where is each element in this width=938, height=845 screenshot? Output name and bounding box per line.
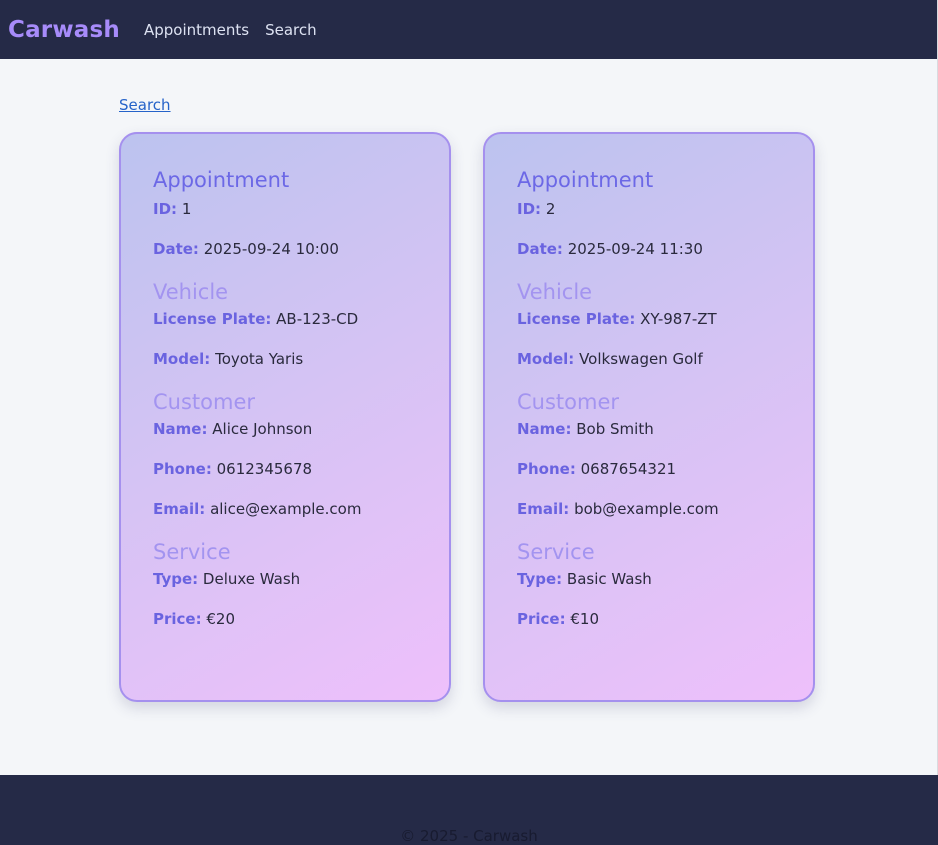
customer-email: Email: bob@example.com [517, 499, 813, 519]
nav-link-appointments[interactable]: Appointments [144, 21, 249, 39]
field-value: Volkswagen Golf [579, 350, 703, 368]
vehicle-model: Model: Volkswagen Golf [517, 349, 813, 369]
customer-heading: Customer [153, 390, 256, 414]
field-value: 2025-09-24 10:00 [203, 240, 339, 258]
field-value: Deluxe Wash [202, 570, 301, 588]
field-label: Date: [517, 240, 563, 258]
appointment-date: Date: 2025-09-24 10:00 [153, 239, 449, 259]
field-label: Model: [517, 350, 575, 368]
field-value: €10 [570, 610, 600, 628]
service-price: Price: €10 [517, 609, 813, 629]
appointment-heading: Appointment [153, 168, 290, 192]
appointment-card: Appointment ID: 1 Date: 2025-09-24 10:00… [119, 132, 451, 702]
field-label: Date: [153, 240, 199, 258]
field-label: Email: [517, 500, 570, 518]
customer-name: Name: Bob Smith [517, 419, 813, 439]
appointment-card: Appointment ID: 2 Date: 2025-09-24 11:30… [483, 132, 815, 702]
field-value: 1 [181, 200, 192, 218]
service-type: Type: Basic Wash [517, 569, 813, 589]
customer-name: Name: Alice Johnson [153, 419, 449, 439]
field-label: Price: [517, 610, 566, 628]
vehicle-heading: Vehicle [517, 280, 593, 304]
brand-logo[interactable]: Carwash [8, 17, 120, 43]
service-type: Type: Deluxe Wash [153, 569, 449, 589]
field-label: Email: [153, 500, 206, 518]
field-label: Phone: [517, 460, 576, 478]
field-value: €20 [206, 610, 236, 628]
appointment-id: ID: 1 [153, 199, 449, 219]
field-value: 2 [545, 200, 556, 218]
field-label: License Plate: [517, 310, 636, 328]
main-content: Search Appointment ID: 1 Date: 2025-09-2… [0, 59, 937, 775]
service-price: Price: €20 [153, 609, 449, 629]
field-label: Price: [153, 610, 202, 628]
navbar: Carwash Appointments Search [0, 0, 937, 59]
field-value: 2025-09-24 11:30 [567, 240, 703, 258]
service-heading: Service [517, 540, 595, 564]
field-value: Alice Johnson [212, 420, 313, 438]
vehicle-heading: Vehicle [153, 280, 229, 304]
vehicle-plate: License Plate: XY-987-ZT [517, 309, 813, 329]
field-label: License Plate: [153, 310, 272, 328]
service-heading: Service [153, 540, 231, 564]
nav-link-search[interactable]: Search [265, 21, 317, 39]
field-label: Type: [517, 570, 563, 588]
field-value: 0687654321 [580, 460, 677, 478]
customer-phone: Phone: 0612345678 [153, 459, 449, 479]
field-label: Name: [153, 420, 208, 438]
field-label: ID: [517, 200, 542, 218]
field-label: Name: [517, 420, 572, 438]
customer-heading: Customer [517, 390, 620, 414]
field-value: Toyota Yaris [215, 350, 304, 368]
field-label: ID: [153, 200, 178, 218]
field-label: Phone: [153, 460, 212, 478]
customer-email: Email: alice@example.com [153, 499, 449, 519]
footer: © 2025 - Carwash [0, 775, 938, 845]
search-link[interactable]: Search [119, 96, 171, 114]
appointment-date: Date: 2025-09-24 11:30 [517, 239, 813, 259]
footer-copyright: © 2025 - Carwash [400, 827, 538, 845]
field-value: alice@example.com [210, 500, 362, 518]
customer-phone: Phone: 0687654321 [517, 459, 813, 479]
field-label: Model: [153, 350, 211, 368]
field-label: Type: [153, 570, 199, 588]
appointment-heading: Appointment [517, 168, 654, 192]
vehicle-model: Model: Toyota Yaris [153, 349, 449, 369]
field-value: Basic Wash [566, 570, 652, 588]
field-value: bob@example.com [574, 500, 719, 518]
field-value: 0612345678 [216, 460, 313, 478]
field-value: Bob Smith [576, 420, 654, 438]
vehicle-plate: License Plate: AB-123-CD [153, 309, 449, 329]
field-value: XY-987-ZT [640, 310, 717, 328]
field-value: AB-123-CD [276, 310, 359, 328]
appointment-id: ID: 2 [517, 199, 813, 219]
